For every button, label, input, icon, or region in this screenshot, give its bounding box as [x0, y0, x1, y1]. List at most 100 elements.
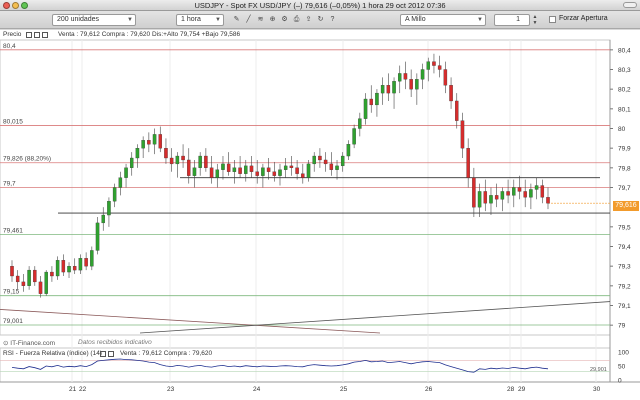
source-label: ⊙ IT-Finance.com [3, 339, 55, 347]
candle-body [346, 144, 351, 157]
candle-body [312, 155, 316, 165]
candle-body [261, 167, 265, 176]
candle-body [483, 191, 488, 204]
close-window-button[interactable] [3, 2, 10, 9]
toolbar-toggle-button[interactable] [623, 2, 637, 8]
y-tick-label: 79 [618, 323, 626, 330]
chart-area[interactable]: 80,4 80,015 79,826 (88,20%) 79,7 79,461 79,15… [0, 30, 640, 400]
x-tick-label: 25 [340, 386, 348, 393]
candle-body [67, 266, 71, 273]
candle-body [61, 260, 66, 273]
rsi-tick-label: 50 [618, 364, 626, 371]
candle-body [512, 187, 516, 196]
zoom-window-button[interactable] [21, 2, 28, 9]
candle-body [72, 266, 77, 271]
forzar-apertura-label: Forzar Apertura [559, 15, 608, 22]
candle-body [164, 148, 168, 159]
candle-body [306, 163, 311, 178]
candle-body [266, 167, 271, 172]
candle-body [232, 167, 237, 172]
candle-body [107, 201, 111, 216]
candle-body [380, 85, 385, 94]
rsi-hide-icon[interactable] [108, 351, 114, 357]
candle-body [403, 73, 408, 80]
quantity-field[interactable]: 1 [494, 14, 530, 26]
level-label: 79,7 [3, 181, 16, 188]
candle-body [90, 250, 94, 267]
candle-body [529, 189, 533, 198]
candle-body [198, 155, 202, 168]
series-remove-icon[interactable] [42, 32, 48, 38]
rsi-right-label: 29,901 [590, 367, 607, 373]
quantity-stepper[interactable]: ▲ ▼ [532, 14, 538, 26]
candle-body [95, 222, 100, 251]
candle-body [477, 191, 482, 208]
y-tick-label: 80 [618, 126, 626, 133]
rsi-title: RSI - Fuerza Relativa (índice) (14) [3, 350, 102, 357]
candle-body [10, 266, 14, 277]
chevron-down-icon: ▼ [127, 17, 133, 23]
y-tick-label: 80,3 [618, 67, 631, 74]
print-icon[interactable]: ⎙ [292, 15, 301, 24]
candle-body [27, 269, 31, 286]
candle-body [323, 159, 328, 165]
forzar-apertura-checkbox[interactable] [549, 16, 556, 23]
candle-body [409, 79, 413, 90]
help-icon[interactable]: ? [328, 15, 337, 24]
quantity-value: 1 [516, 16, 520, 23]
rsi-info: Venta : 79,612 Compra : 79,620 [120, 350, 213, 357]
candle-body [460, 120, 465, 149]
candle-body [118, 177, 123, 188]
indicator-icon[interactable]: ≋ [256, 15, 265, 24]
units-select[interactable]: 200 unidades ▼ [52, 14, 136, 26]
rsi-settings-icon[interactable] [100, 351, 106, 357]
export-icon[interactable]: ⇪ [304, 15, 313, 24]
candle-body [238, 167, 242, 174]
minimize-window-button[interactable] [12, 2, 19, 9]
candle-body [158, 134, 163, 149]
draw-tool-icon[interactable]: ✎ [232, 15, 241, 24]
candle-body [15, 275, 20, 283]
candles-layer [10, 53, 550, 298]
x-tick-label: 21 [69, 386, 77, 393]
candle-body [397, 73, 402, 82]
order-select[interactable]: A Millo ▼ [400, 14, 486, 26]
candle-body [335, 165, 339, 170]
candle-body [129, 157, 134, 168]
candle-body [147, 140, 151, 145]
refresh-icon[interactable]: ↻ [316, 15, 325, 24]
candle-body [244, 165, 248, 174]
period-select-value: 1 hora [181, 16, 201, 23]
units-select-value: 200 unidades [57, 16, 100, 23]
x-tick-label: 29 [518, 386, 526, 393]
rsi-tick-label: 0 [618, 378, 622, 385]
candle-body [449, 85, 453, 102]
series-hide-icon[interactable] [34, 32, 40, 38]
candle-body [221, 163, 225, 170]
zoom-icon[interactable]: ⊕ [268, 15, 277, 24]
order-select-value: A Millo [405, 16, 426, 23]
candle-body [226, 163, 231, 172]
chart-toolbar: 200 unidades ▼ 1 hora ▼ ✎ ╱ ≋ ⊕ ⚙ ⎙ ⇪ ↻ … [0, 11, 640, 29]
candle-body [38, 281, 43, 294]
candle-body [44, 271, 48, 294]
candle-body [352, 128, 356, 145]
candle-body [175, 155, 180, 165]
settings-icon[interactable]: ⚙ [280, 15, 289, 24]
candle-body [455, 100, 459, 121]
candle-body [272, 171, 277, 176]
title-bar: USDJPY - Spot FX USD/JPY (–) 79,616 (–0,… [0, 0, 640, 11]
period-select[interactable]: 1 hora ▼ [176, 14, 224, 26]
candle-body [135, 148, 140, 159]
candle-body [318, 155, 322, 161]
candle-body [84, 258, 88, 267]
candle-body [301, 173, 305, 178]
candle-body [392, 81, 396, 94]
candle-body [363, 98, 368, 119]
series-settings-icon[interactable] [26, 32, 32, 38]
grid-layer [0, 39, 640, 383]
level-label: 80,015 [3, 119, 23, 126]
line-tool-icon[interactable]: ╱ [244, 15, 253, 24]
candle-body [386, 85, 391, 94]
x-tick-label: 24 [253, 386, 261, 393]
